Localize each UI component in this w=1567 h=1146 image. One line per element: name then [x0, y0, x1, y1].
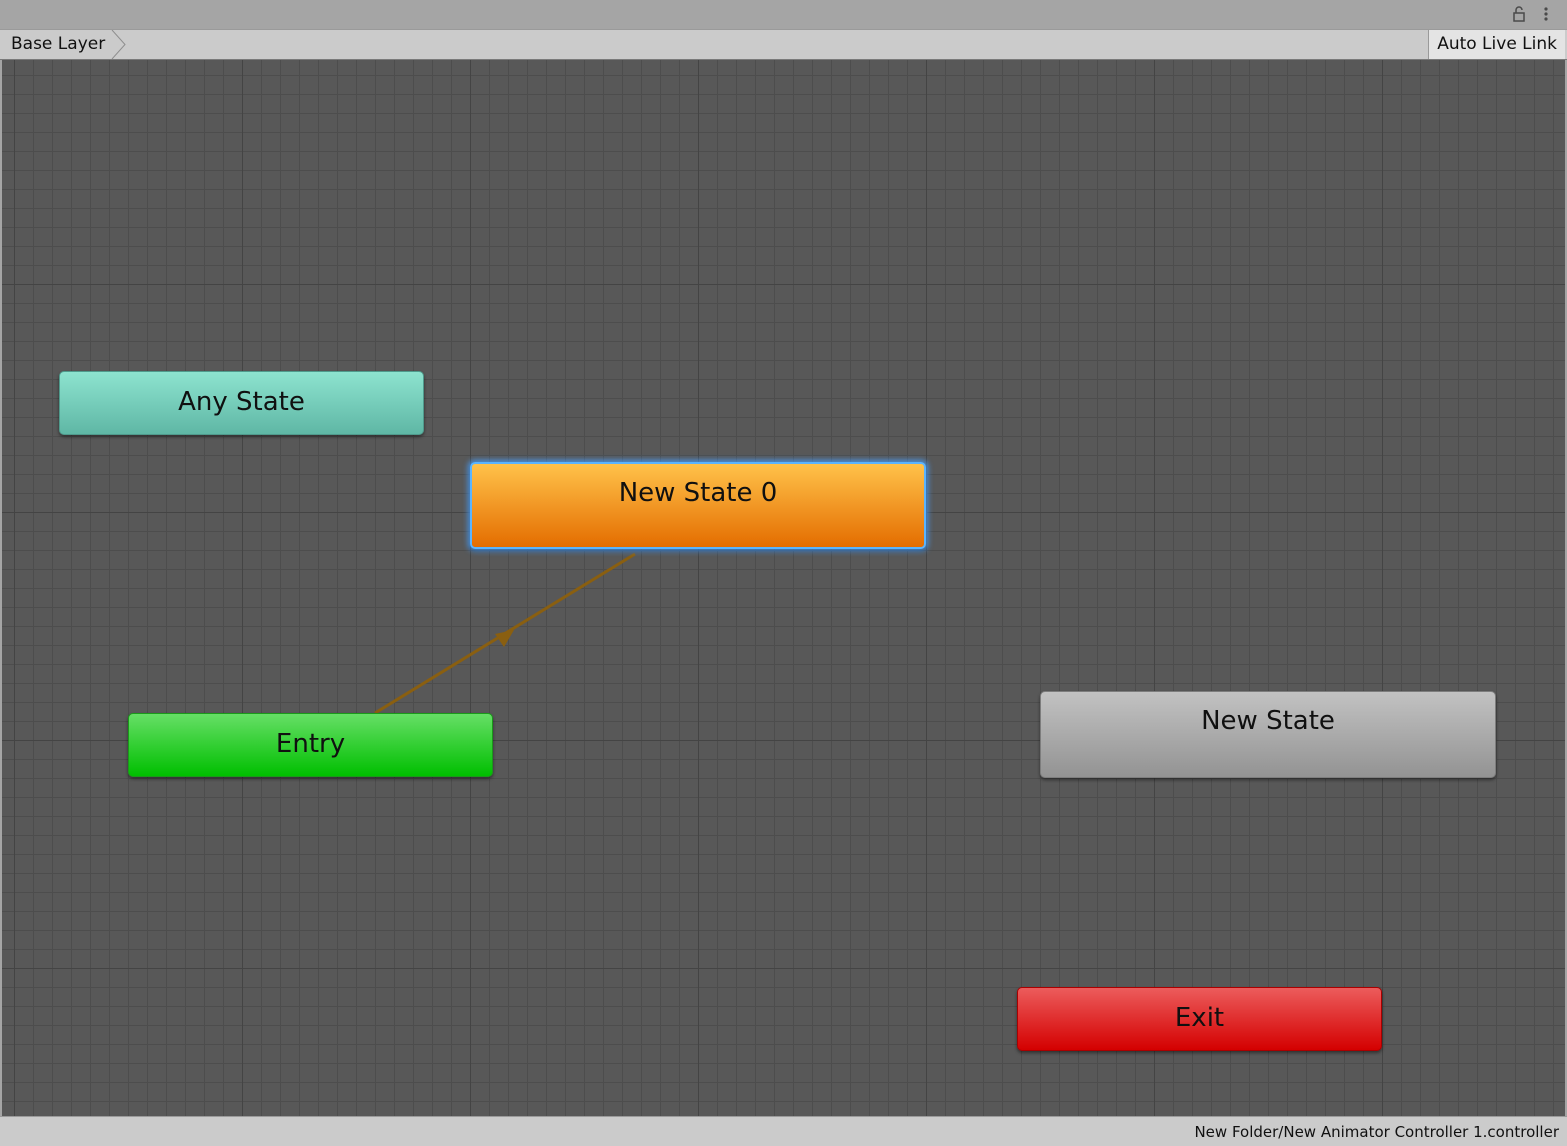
window-titlebar	[0, 0, 1567, 29]
lock-icon[interactable]	[1511, 4, 1527, 24]
exit-label: Exit	[1174, 1003, 1225, 1033]
animator-graph-canvas[interactable]: Any State New State 0 Entry New State Ex…	[2, 60, 1565, 1116]
new-state-node[interactable]: New State	[1040, 691, 1496, 778]
kebab-menu-glyph	[1544, 7, 1548, 21]
status-bar: New Folder/New Animator Controller 1.con…	[0, 1116, 1567, 1146]
transition-entry-to-new-state-0[interactable]	[374, 552, 636, 715]
any-state-label: Any State	[178, 387, 305, 417]
breadcrumb-chevron-icon	[111, 30, 126, 59]
transitions-layer	[374, 552, 636, 715]
breadcrumb-label: Base Layer	[11, 34, 106, 54]
entry-label: Entry	[275, 729, 346, 759]
auto-live-link-button[interactable]: Auto Live Link	[1428, 30, 1565, 59]
exit-node[interactable]: Exit	[1017, 987, 1382, 1051]
new-state-label: New State	[1201, 706, 1335, 736]
controller-path: New Folder/New Animator Controller 1.con…	[1194, 1123, 1559, 1141]
entry-node[interactable]: Entry	[128, 713, 493, 777]
new-state-0-node[interactable]: New State 0	[470, 462, 926, 549]
breadcrumb-bar: Base Layer Auto Live Link	[0, 29, 1567, 60]
new-state-0-label: New State 0	[618, 478, 778, 508]
lock-icon-glyph	[1513, 6, 1525, 22]
any-state-node[interactable]: Any State	[59, 371, 424, 435]
kebab-menu-icon[interactable]	[1538, 4, 1554, 24]
breadcrumb-base-layer[interactable]: Base Layer	[0, 30, 127, 59]
